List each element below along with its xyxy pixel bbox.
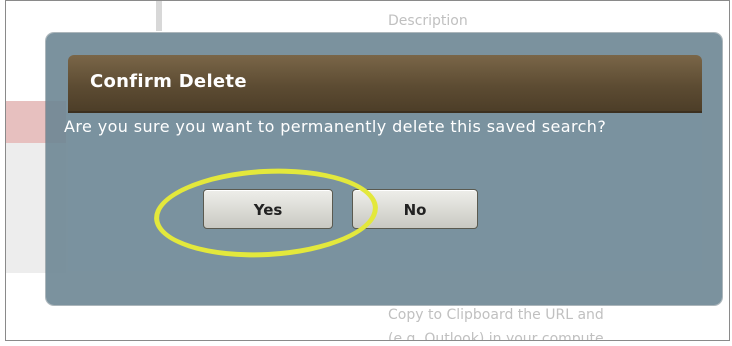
yes-button[interactable]: Yes <box>203 189 333 229</box>
background-copy-text-2: (e.g. Outlook) in your compute <box>388 331 604 341</box>
background-copy-text: Copy to Clipboard the URL and <box>388 307 604 323</box>
background-column-divider <box>156 1 162 31</box>
dialog-title: Confirm Delete <box>90 71 247 92</box>
dialog-message: Are you sure you want to permanently del… <box>64 117 607 136</box>
dialog-titlebar: Confirm Delete <box>68 55 702 113</box>
confirm-delete-dialog: Confirm Delete <box>46 33 722 305</box>
no-button[interactable]: No <box>352 189 478 229</box>
screenshot-frame: Description Copy to Clipboard the URL an… <box>5 0 730 341</box>
background-description-label: Description <box>388 13 468 29</box>
